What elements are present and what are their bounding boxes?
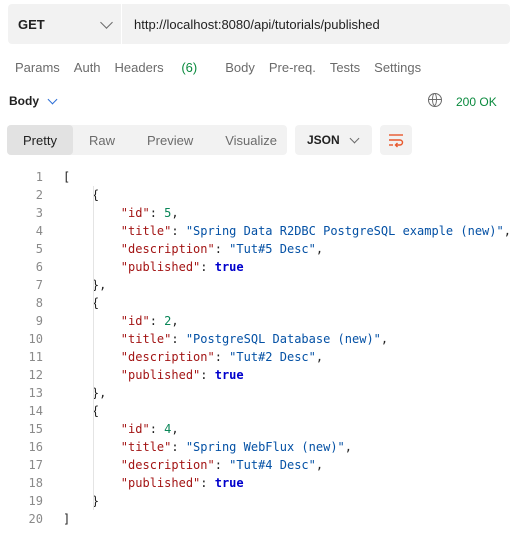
method-select[interactable]: GET xyxy=(8,4,122,44)
code-line: 12 "published": true xyxy=(0,366,510,384)
tab-preview[interactable]: Preview xyxy=(131,125,209,155)
request-bar: GET http://localhost:8080/api/tutorials/… xyxy=(8,4,510,44)
indent-guide xyxy=(93,186,94,510)
response-section-label: Body xyxy=(9,94,39,108)
globe-icon[interactable] xyxy=(428,93,442,107)
line-number: 14 xyxy=(28,404,43,418)
chevron-down-icon xyxy=(349,133,360,143)
code-text: "id": 5, xyxy=(120,206,179,220)
wrap-lines-button[interactable] xyxy=(380,125,412,155)
line-number: 1 xyxy=(35,170,43,184)
code-line: 15 "id": 4, xyxy=(0,420,510,438)
response-header: Body 200 OK xyxy=(0,86,510,116)
code-text: [ xyxy=(63,170,71,184)
code-line: 5 "description": "Tut#5 Desc", xyxy=(0,240,510,258)
line-number: 12 xyxy=(28,368,43,382)
chevron-down-icon xyxy=(100,15,113,29)
line-number: 13 xyxy=(28,386,43,400)
line-number: 11 xyxy=(28,350,43,364)
code-line: 14 { xyxy=(0,402,510,420)
line-number: 9 xyxy=(35,314,43,328)
tab-settings[interactable]: Settings xyxy=(374,60,421,75)
url-input[interactable]: http://localhost:8080/api/tutorials/publ… xyxy=(122,17,380,32)
code-text: "description": "Tut#5 Desc", xyxy=(120,242,324,256)
code-text: "id": 2, xyxy=(120,314,179,328)
code-line: 13 }, xyxy=(0,384,510,402)
tab-auth[interactable]: Auth xyxy=(74,60,101,75)
code-line: 2 { xyxy=(0,186,510,204)
code-line: 7 }, xyxy=(0,276,510,294)
line-number: 6 xyxy=(35,260,43,274)
view-mode-tabs: Pretty Raw Preview Visualize xyxy=(7,125,287,155)
line-number: 19 xyxy=(28,494,43,508)
tab-tests[interactable]: Tests xyxy=(330,60,360,75)
code-line: 3 "id": 5, xyxy=(0,204,510,222)
code-line: 17 "description": "Tut#4 Desc", xyxy=(0,456,510,474)
tab-visualize[interactable]: Visualize xyxy=(209,125,293,155)
code-line: 11 "description": "Tut#2 Desc", xyxy=(0,348,510,366)
code-line: 10 "title": "PostgreSQL Database (new)", xyxy=(0,330,510,348)
tab-body[interactable]: Body xyxy=(225,60,255,75)
tab-headers[interactable]: Headers (6) xyxy=(115,60,212,75)
tab-pre-request[interactable]: Pre-req. xyxy=(269,60,316,75)
code-text: "title": "Spring WebFlux (new)", xyxy=(120,440,353,454)
line-number: 7 xyxy=(35,278,43,292)
line-number: 3 xyxy=(35,206,43,220)
line-number: 5 xyxy=(35,242,43,256)
code-text: "id": 4, xyxy=(120,422,179,436)
line-number: 17 xyxy=(28,458,43,472)
format-select[interactable]: JSON xyxy=(295,125,372,155)
response-section-select[interactable]: Body xyxy=(9,94,58,108)
tab-params[interactable]: Params xyxy=(15,60,60,75)
tab-headers-label: Headers xyxy=(114,60,164,75)
code-line: 18 "published": true xyxy=(0,474,510,492)
format-label: JSON xyxy=(307,133,340,147)
method-label: GET xyxy=(18,16,45,32)
line-number: 2 xyxy=(35,188,43,202)
code-line: 16 "title": "Spring WebFlux (new)", xyxy=(0,438,510,456)
chevron-down-icon xyxy=(47,94,58,104)
code-line: 19 } xyxy=(0,492,510,510)
line-number: 10 xyxy=(28,332,43,346)
line-number: 20 xyxy=(28,512,43,526)
code-text: ] xyxy=(63,512,71,526)
status-badge[interactable]: 200 OK xyxy=(456,95,497,109)
code-line: 6 "published": true xyxy=(0,258,510,276)
code-text: }, xyxy=(63,386,107,400)
code-line: 1[ xyxy=(0,168,510,186)
line-number: 18 xyxy=(28,476,43,490)
code-text: "published": true xyxy=(120,260,244,274)
code-text: "title": "PostgreSQL Database (new)", xyxy=(120,332,389,346)
line-number: 16 xyxy=(28,440,43,454)
code-line: 20] xyxy=(0,510,510,528)
code-text: "published": true xyxy=(120,476,244,490)
code-text: }, xyxy=(63,278,107,292)
line-number: 8 xyxy=(35,296,43,310)
line-number: 4 xyxy=(35,224,43,238)
line-number: 15 xyxy=(28,422,43,436)
headers-count-badge: (6) xyxy=(181,60,198,75)
code-text: "description": "Tut#4 Desc", xyxy=(120,458,324,472)
code-line: 4 "title": "Spring Data R2DBC PostgreSQL… xyxy=(0,222,510,240)
tab-pretty[interactable]: Pretty xyxy=(7,125,73,155)
code-text: "published": true xyxy=(120,368,244,382)
tab-raw[interactable]: Raw xyxy=(73,125,131,155)
wrap-lines-icon xyxy=(389,134,404,148)
code-text: "description": "Tut#2 Desc", xyxy=(120,350,324,364)
response-body-viewer: 1[2 {3 "id": 5, 4 "title": "Spring Data R… xyxy=(0,168,510,528)
code-text: "title": "Spring Data R2DBC PostgreSQL e… xyxy=(120,224,510,238)
request-tabs: Params Auth Headers (6) Body Pre-req. Te… xyxy=(15,60,435,75)
code-line: 8 { xyxy=(0,294,510,312)
code-line: 9 "id": 2, xyxy=(0,312,510,330)
